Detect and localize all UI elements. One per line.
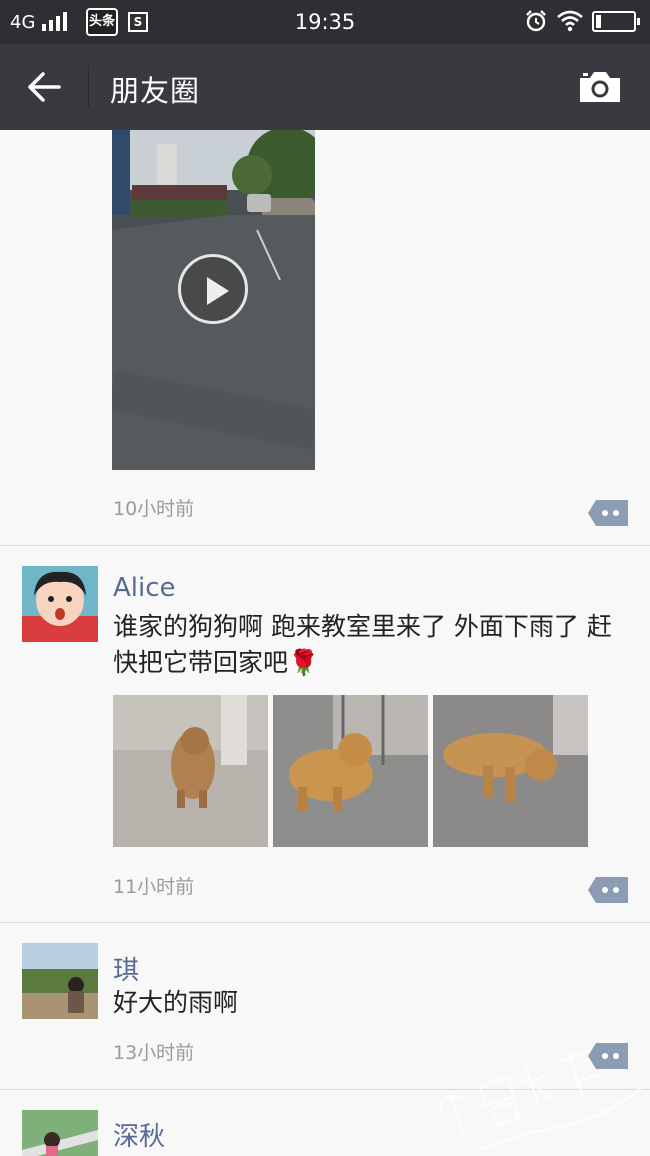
post-text: 谁家的狗狗啊 跑来教室里来了 外面下雨了 赶快把它带回家吧🌹 [113, 609, 633, 681]
post-username[interactable]: Alice [113, 573, 176, 603]
status-time: 19:35 [294, 10, 356, 34]
nav-bar: 朋友圈 [0, 44, 650, 130]
post-timestamp: 11小时前 [113, 876, 195, 898]
post-video[interactable] [112, 130, 315, 470]
wifi-icon [557, 10, 583, 32]
post-photos [113, 695, 588, 847]
post-timestamp: 13小时前 [113, 1042, 195, 1064]
avatar[interactable] [22, 943, 98, 1019]
play-icon[interactable] [178, 254, 248, 324]
comment-dots-icon[interactable] [588, 500, 628, 526]
camera-icon[interactable] [578, 70, 622, 104]
post-text: 好大的雨啊 [113, 988, 239, 1017]
moment-post: Alice 谁家的狗狗啊 跑来教室里来了 外面下雨了 赶快把它带回家吧🌹 11小… [0, 546, 650, 923]
moment-post: 10小时前 [0, 130, 650, 546]
back-arrow-icon[interactable] [26, 70, 62, 104]
page-title: 朋友圈 [110, 74, 201, 108]
post-photo[interactable] [273, 695, 428, 847]
moment-post: 深秋 [0, 1090, 650, 1156]
battery-icon [592, 11, 640, 32]
post-photo[interactable] [433, 695, 588, 847]
comment-dots-icon[interactable] [588, 877, 628, 903]
post-text-body: 谁家的狗狗啊 跑来教室里来了 外面下雨了 赶快把它带回家吧 [113, 612, 612, 677]
rose-emoji: 🌹 [288, 648, 320, 677]
nav-divider [88, 66, 89, 108]
post-photo[interactable] [113, 695, 268, 847]
comment-dots-icon[interactable] [588, 1043, 628, 1069]
post-timestamp: 10小时前 [113, 498, 195, 520]
avatar[interactable] [22, 566, 98, 642]
post-username[interactable]: 琪 [113, 950, 139, 987]
moment-post: 琪 好大的雨啊 13小时前 [0, 923, 650, 1090]
avatar[interactable] [22, 1110, 98, 1156]
post-username[interactable]: 深秋 [113, 1116, 165, 1153]
status-bar: 4G 头条 S 19:35 [0, 0, 650, 44]
moments-feed[interactable]: 10小时前 Alice 谁家的狗狗啊 跑来教室里来了 外面下雨了 赶快把它带回家… [0, 130, 650, 1156]
alarm-icon [526, 10, 546, 32]
